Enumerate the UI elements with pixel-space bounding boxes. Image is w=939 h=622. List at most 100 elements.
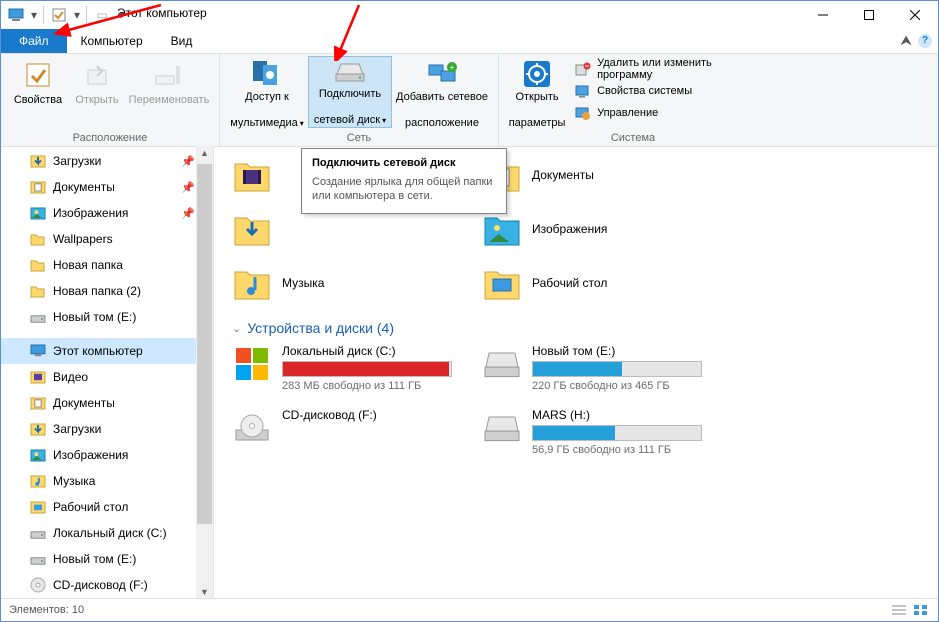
- rename-button: Переименовать: [125, 56, 213, 130]
- properties-icon: [21, 58, 55, 92]
- system-properties-button[interactable]: Свойства системы: [571, 80, 763, 102]
- details-view-icon[interactable]: [890, 603, 908, 617]
- folder-icon: [29, 231, 47, 247]
- nav-item[interactable]: Новая папка (2): [1, 278, 213, 304]
- library-folder[interactable]: Музыка: [232, 258, 482, 308]
- nav-item[interactable]: Документы: [1, 390, 213, 416]
- drive-icon: [29, 551, 47, 567]
- nav-item[interactable]: Новый том (E:): [1, 546, 213, 572]
- properties-button[interactable]: Свойства: [7, 56, 69, 130]
- status-bar: Элементов: 10: [1, 598, 938, 621]
- nav-item-label: Локальный диск (C:): [53, 526, 167, 540]
- uninstall-program-button[interactable]: Удалить или изменить программу: [571, 58, 763, 80]
- pictures-icon: [29, 205, 47, 221]
- video-icon: [29, 369, 47, 385]
- nav-item[interactable]: Загрузки📌: [1, 148, 213, 174]
- scroll-up-icon[interactable]: ▲: [200, 148, 209, 158]
- item-count: Элементов: 10: [9, 604, 84, 616]
- open-button: Открыть: [69, 56, 125, 130]
- nav-item-label: Изображения: [53, 448, 128, 462]
- drive-item[interactable]: Новый том (E:)220 ГБ свободно из 465 ГБ: [482, 344, 732, 392]
- downloads-icon: [232, 209, 272, 249]
- nav-item[interactable]: Видео: [1, 364, 213, 390]
- media-access-button[interactable]: Доступ к мультимедиа▾: [226, 56, 308, 130]
- documents-icon: [29, 395, 47, 411]
- capacity-bar: [532, 361, 702, 377]
- nav-item[interactable]: CD-дисковод (F:): [1, 572, 213, 598]
- file-tab[interactable]: Файл: [1, 29, 67, 53]
- nav-item[interactable]: Изображения📌: [1, 200, 213, 226]
- minimize-button[interactable]: [800, 1, 846, 29]
- disk-icon: [482, 344, 522, 384]
- navigation-pane: Загрузки📌 Документы 📌 Изображения📌 Wallpaper…: [1, 146, 214, 599]
- drive-name: Новый том (E:): [532, 344, 702, 358]
- close-button[interactable]: [892, 1, 938, 29]
- nav-item[interactable]: Этот компьютер: [1, 338, 213, 364]
- drive-item[interactable]: MARS (H:)56,9 ГБ свободно из 111 ГБ: [482, 408, 732, 456]
- map-network-drive-button[interactable]: Подключить сетевой диск▾: [308, 56, 392, 128]
- tooltip-body: Создание ярлыка для общей папки или комп…: [312, 175, 496, 203]
- pin-icon: 📌: [181, 181, 195, 194]
- explorer-window: ▾ ▾ ▭ ▾ Этот компьютер Файл Компьютер Ви…: [0, 0, 939, 622]
- network-location-icon: +: [425, 58, 459, 89]
- folder-label: Музыка: [282, 276, 324, 290]
- downloads-icon: [29, 421, 47, 437]
- scroll-thumb[interactable]: [197, 164, 212, 524]
- drives-section-header[interactable]: ⌄ Устройства и диски (4): [232, 308, 938, 344]
- library-folder[interactable]: Рабочий стол: [482, 258, 732, 308]
- nav-item[interactable]: Wallpapers: [1, 226, 213, 252]
- nav-item[interactable]: Новая папка: [1, 252, 213, 278]
- nav-item[interactable]: Рабочий стол: [1, 494, 213, 520]
- help-icon[interactable]: ?: [918, 34, 932, 48]
- capacity-bar: [282, 361, 452, 377]
- drive-icon: [29, 309, 47, 325]
- minimize-ribbon-icon[interactable]: ⮝: [900, 32, 912, 49]
- sysprops-icon: [575, 83, 591, 99]
- nav-item[interactable]: Документы 📌: [1, 174, 213, 200]
- properties-qat-icon[interactable]: [48, 4, 70, 26]
- nav-item[interactable]: Изображения: [1, 442, 213, 468]
- nav-item-label: CD-дисковод (F:): [53, 578, 148, 592]
- nav-item-label: Рабочий стол: [53, 500, 128, 514]
- folder-label: Документы: [532, 168, 594, 182]
- drive-item[interactable]: CD-дисковод (F:): [232, 408, 482, 456]
- computer-tab[interactable]: Компьютер: [67, 29, 157, 53]
- add-network-location-button[interactable]: + Добавить сетевое расположение: [392, 56, 492, 130]
- drive-icon: [29, 525, 47, 541]
- tiles-view-icon[interactable]: [912, 603, 930, 617]
- desktop-icon: [482, 263, 522, 303]
- capacity-bar: [532, 425, 702, 441]
- uninstall-icon: [575, 61, 591, 77]
- nav-scrollbar[interactable]: ▲ ▼: [196, 146, 213, 599]
- manage-button[interactable]: Управление: [571, 102, 763, 124]
- ribbon-group-location: Свойства Открыть Переименовать Расположе…: [1, 54, 220, 146]
- nav-item-label: Wallpapers: [53, 232, 113, 246]
- nav-item[interactable]: Локальный диск (C:): [1, 520, 213, 546]
- qat-dropdown2-icon[interactable]: ▾: [72, 4, 82, 26]
- folder-icon: [29, 283, 47, 299]
- settings-icon: [520, 58, 554, 89]
- thispc-icon: [29, 343, 47, 359]
- drive-item[interactable]: Локальный диск (C:)283 МБ свободно из 11…: [232, 344, 482, 392]
- open-settings-button[interactable]: Открыть параметры: [503, 56, 571, 130]
- library-folder[interactable]: Изображения: [482, 204, 732, 254]
- qat-dropdown-icon[interactable]: ▾: [29, 4, 39, 26]
- nav-item[interactable]: Новый том (E:): [1, 304, 213, 330]
- desktop-icon: [29, 499, 47, 515]
- folder-label: Рабочий стол: [532, 276, 607, 290]
- nav-item[interactable]: Музыка: [1, 468, 213, 494]
- dropdown-caret-icon: ▾: [382, 116, 386, 125]
- nav-item[interactable]: Загрузки: [1, 416, 213, 442]
- disk-drive-icon: [333, 58, 367, 86]
- nav-item-label: Документы: [53, 180, 115, 194]
- nav-item-label: Новая папка (2): [53, 284, 141, 298]
- library-folder[interactable]: Документы: [482, 150, 732, 200]
- view-tab[interactable]: Вид: [157, 29, 207, 53]
- scroll-down-icon[interactable]: ▼: [200, 587, 209, 597]
- nav-item-label: Новый том (E:): [53, 310, 136, 324]
- drive-free-text: 56,9 ГБ свободно из 111 ГБ: [532, 444, 702, 456]
- nav-item-label: Новый том (E:): [53, 552, 136, 566]
- maximize-button[interactable]: [846, 1, 892, 29]
- thispc-icon[interactable]: [5, 4, 27, 26]
- new-folder-qat-icon[interactable]: ▭: [91, 4, 113, 26]
